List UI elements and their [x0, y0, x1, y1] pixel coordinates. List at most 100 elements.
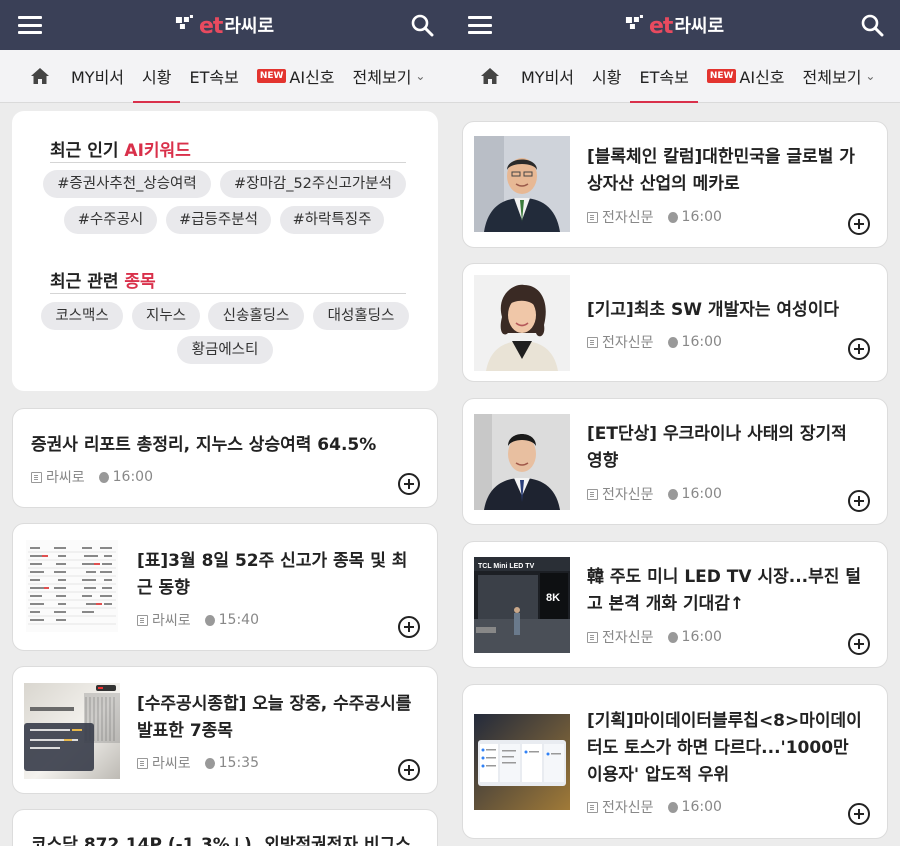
- stock-chip[interactable]: 지누스: [132, 302, 200, 330]
- article-meta: 라씨로 15:35: [137, 753, 259, 773]
- article-title[interactable]: [수주공시종합] 오늘 장중, 수주공시를 발표한 7종목: [137, 691, 419, 745]
- search-icon[interactable]: [860, 13, 884, 37]
- add-icon[interactable]: [398, 473, 420, 495]
- menu-icon[interactable]: [18, 16, 42, 34]
- article-meta: 전자신문 16:00: [587, 627, 722, 647]
- nav-bar: MY비서 시황 ET속보 NEW AI신호 전체보기 ⌄: [450, 50, 900, 103]
- add-icon[interactable]: [398, 616, 420, 638]
- divider: [50, 293, 406, 294]
- logo-text: 라씨로: [674, 16, 725, 37]
- newspaper-icon: [587, 336, 598, 348]
- article-source: 전자신문: [602, 630, 654, 646]
- logo-et: et: [198, 14, 223, 39]
- article-source: 전자신문: [602, 800, 654, 816]
- article-source: 전자신문: [602, 487, 654, 503]
- chevron-down-icon: ⌄: [415, 69, 426, 83]
- app-logo[interactable]: et 라씨로: [175, 9, 274, 39]
- article-card[interactable]: [표]3월 8일 52주 신고가 종목 및 최근 동향 라씨로 15:40: [12, 523, 438, 651]
- clock-icon: [204, 757, 215, 769]
- keyword-chip[interactable]: #하락특징주: [280, 206, 384, 234]
- newspaper-icon: [137, 757, 148, 769]
- tab-ai-signal-label: AI신호: [289, 68, 335, 87]
- thumbnail-sign-text: TCL Mini LED TV: [478, 563, 535, 570]
- article-thumbnail: [474, 136, 570, 232]
- home-icon[interactable]: [470, 50, 512, 103]
- stock-chip[interactable]: 신송홀딩스: [208, 302, 304, 330]
- article-source: 전자신문: [602, 335, 654, 351]
- tab-et-news[interactable]: ET속보: [630, 50, 699, 103]
- article-card[interactable]: [수주공시종합] 오늘 장중, 수주공시를 발표한 7종목 라씨로 15:35: [12, 666, 438, 794]
- keyword-chip[interactable]: #급등주분석: [166, 206, 271, 234]
- article-card[interactable]: [블록체인 칼럼]대한민국을 글로벌 가상자산 산업의 메카로 전자신문 16:0…: [462, 121, 888, 248]
- keyword-chip[interactable]: #증권사추천_상승여력: [43, 170, 211, 198]
- article-thumbnail: [474, 275, 570, 371]
- newspaper-icon: [587, 488, 598, 500]
- logo-mark-icon: [625, 15, 648, 39]
- article-time: 16:00: [681, 209, 722, 225]
- tab-my-assistant[interactable]: MY비서: [62, 50, 133, 103]
- clock-icon: [667, 801, 678, 813]
- clock-icon: [667, 211, 678, 223]
- add-icon[interactable]: [398, 759, 420, 781]
- keyword-chip[interactable]: #수주공시: [64, 206, 157, 234]
- tab-market[interactable]: 시황: [133, 50, 181, 103]
- add-icon[interactable]: [848, 338, 870, 360]
- article-card[interactable]: TCL Mini LED TV 8K 韓 주도 미니 LED TV 시장...부…: [462, 541, 888, 668]
- add-icon[interactable]: [848, 490, 870, 512]
- article-thumbnail: [24, 683, 120, 779]
- stock-chip[interactable]: 대성홀딩스: [313, 302, 409, 330]
- article-thumbnail: [24, 538, 120, 634]
- tab-ai-signal[interactable]: NEW AI신호: [698, 50, 794, 103]
- article-title[interactable]: [블록체인 칼럼]대한민국을 글로벌 가상자산 산업의 메카로: [587, 144, 867, 198]
- clock-icon: [204, 614, 215, 626]
- tab-market[interactable]: 시황: [583, 50, 630, 103]
- newspaper-icon: [31, 471, 42, 483]
- article-source: 라씨로: [152, 756, 191, 772]
- clock-icon: [667, 631, 678, 643]
- add-icon[interactable]: [848, 803, 870, 825]
- tab-view-all[interactable]: 전체보기 ⌄: [794, 50, 885, 103]
- menu-icon[interactable]: [468, 16, 492, 34]
- tab-ai-signal[interactable]: NEW AI신호: [248, 50, 344, 103]
- article-title[interactable]: [기고]최초 SW 개발자는 여성이다: [587, 297, 867, 324]
- article-title[interactable]: [표]3월 8일 52주 신고가 종목 및 최근 동향: [137, 548, 419, 602]
- article-card[interactable]: [ET단상] 우크라이나 사태의 장기적 영향 전자신문 16:00: [462, 398, 888, 525]
- article-card[interactable]: [기획]마이데이터블루칩<8>마이데이터도 토스가 하면 다르다...'1000…: [462, 684, 888, 839]
- article-title[interactable]: 증권사 리포트 총정리, 지누스 상승여력 64.5%: [31, 432, 417, 459]
- article-time: 16:00: [681, 629, 722, 645]
- search-icon[interactable]: [410, 13, 434, 37]
- article-title[interactable]: [기획]마이데이터블루칩<8>마이데이터도 토스가 하면 다르다...'1000…: [587, 708, 867, 789]
- top-bar: et 라씨로: [450, 0, 900, 50]
- nav-bar: MY비서 시황 ET속보 NEW AI신호 전체보기 ⌄: [0, 50, 450, 103]
- article-thumbnail: TCL Mini LED TV 8K: [474, 557, 570, 653]
- article-meta: 전자신문 16:00: [587, 332, 722, 352]
- article-thumbnail: [474, 714, 570, 810]
- logo-mark-icon: [175, 15, 198, 39]
- stock-section-title: 최근 관련 종목: [50, 272, 156, 292]
- keyword-chip[interactable]: #장마감_52주신고가분석: [220, 170, 406, 198]
- article-time: 16:00: [681, 799, 722, 815]
- tab-view-all-label: 전체보기: [352, 68, 412, 87]
- article-card[interactable]: [기고]최초 SW 개발자는 여성이다 전자신문 16:00: [462, 263, 888, 382]
- article-source: 라씨로: [46, 470, 85, 486]
- stock-chip[interactable]: 황금에스티: [177, 336, 273, 364]
- app-logo[interactable]: et 라씨로: [625, 9, 725, 39]
- new-badge: NEW: [256, 69, 287, 83]
- article-card[interactable]: 코스닥 872.14P (-1.3%↓), 외방적권전자 비그스: [12, 809, 438, 846]
- article-time: 15:40: [218, 612, 259, 628]
- tab-my-assistant[interactable]: MY비서: [512, 50, 583, 103]
- newspaper-icon: [137, 614, 148, 626]
- add-icon[interactable]: [848, 213, 870, 235]
- tab-et-news[interactable]: ET속보: [180, 50, 247, 103]
- article-title[interactable]: [ET단상] 우크라이나 사태의 장기적 영향: [587, 421, 867, 475]
- home-icon[interactable]: [20, 50, 62, 103]
- tab-view-all[interactable]: 전체보기 ⌄: [344, 50, 435, 103]
- article-title[interactable]: 韓 주도 미니 LED TV 시장...부진 털고 본격 개화 기대감↑: [587, 564, 871, 618]
- article-card[interactable]: 증권사 리포트 총정리, 지누스 상승여력 64.5% 라씨로 16:00: [12, 408, 438, 508]
- thumbnail-8k-text: 8K: [546, 592, 560, 604]
- add-icon[interactable]: [848, 633, 870, 655]
- stock-chip[interactable]: 코스맥스: [41, 302, 123, 330]
- article-meta: 전자신문 16:00: [587, 484, 722, 504]
- article-time: 16:00: [112, 469, 153, 485]
- article-title[interactable]: 코스닥 872.14P (-1.3%↓), 외방적권전자 비그스: [31, 832, 427, 846]
